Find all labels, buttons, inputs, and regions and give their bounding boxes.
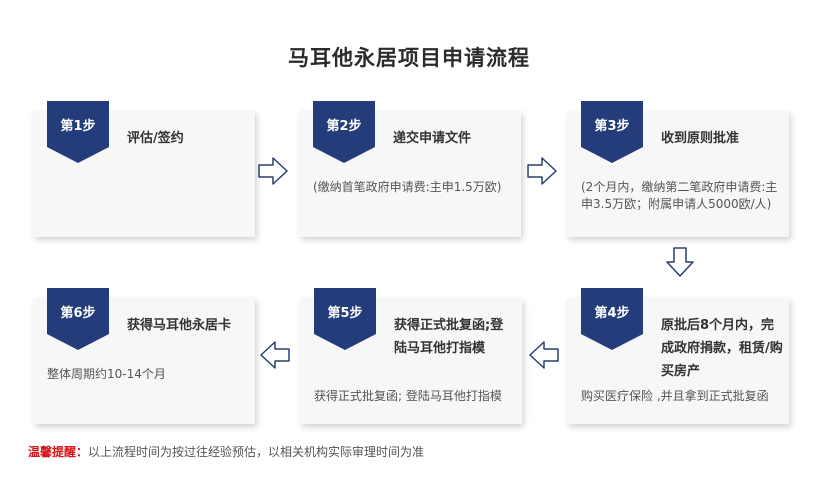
- step-badge-3: 第3步: [581, 101, 643, 173]
- arrow-down-icon: [666, 247, 694, 277]
- reminder-note: 温馨提醒：以上流程时间为按过往经验预估，以相关机构实际审理时间为准: [28, 443, 424, 460]
- badge-ribbon-icon: [313, 101, 375, 163]
- step-badge-label: 第6步: [60, 306, 96, 321]
- step-description: (2个月内，缴纳第二笔政府申请费:主申3.5万欧；附属申请人5000欧/人): [581, 180, 778, 211]
- step-card-6: 第6步 获得马耳他永居卡 整体周期约10-14个月: [33, 288, 255, 424]
- step-heading: 递交申请文件: [393, 131, 472, 146]
- reminder-label: 温馨提醒：: [28, 445, 89, 459]
- step-badge-1: 第1步: [47, 101, 109, 173]
- badge-ribbon-icon: [47, 101, 109, 163]
- reminder-text: 以上流程时间为按过往经验预估，以相关机构实际审理时间为准: [88, 445, 425, 459]
- step-heading: 获得马耳他永居卡: [127, 318, 232, 333]
- step-description: 整体周期约10-14个月: [47, 367, 166, 381]
- badge-ribbon-icon: [47, 288, 109, 350]
- arrow-right-icon: [527, 157, 557, 185]
- badge-ribbon-icon: [581, 288, 643, 350]
- step-card-1: 第1步 评估/签约: [33, 101, 255, 237]
- step-description: 购买医疗保险 ,并且拿到正式批复函: [581, 389, 769, 403]
- step-badge-label: 第1步: [60, 119, 96, 134]
- arrow-left-icon: [529, 341, 559, 369]
- step-badge-5: 第5步: [314, 288, 376, 360]
- step-badge-label: 第4步: [594, 306, 630, 321]
- step-badge-4: 第4步: [581, 288, 643, 360]
- step-heading: 原批后8个月内，完成政府捐款，租赁/购买房产: [661, 318, 783, 379]
- step-card-3: 第3步 收到原则批准 (2个月内，缴纳第二笔政府申请费:主申3.5万欧；附属申请…: [567, 101, 789, 237]
- arrow-left-icon: [260, 341, 290, 369]
- step-card-5: 第5步 获得正式批复函;登陆马耳他打指模 获得正式批复函; 登陆马耳他打指模: [300, 288, 522, 424]
- badge-ribbon-icon: [314, 288, 376, 350]
- arrow-right-icon: [258, 157, 288, 185]
- step-badge-2: 第2步: [313, 101, 375, 173]
- badge-ribbon-icon: [581, 101, 643, 163]
- step-heading: 获得正式批复函;登陆马耳他打指模: [394, 318, 504, 356]
- step-heading: 收到原则批准: [661, 131, 740, 146]
- step-card-4: 第4步 原批后8个月内，完成政府捐款，租赁/购买房产 购买医疗保险 ,并且拿到正…: [567, 288, 789, 424]
- step-badge-label: 第3步: [594, 119, 630, 134]
- step-badge-6: 第6步: [47, 288, 109, 360]
- step-heading: 评估/签约: [127, 131, 184, 146]
- step-badge-label: 第5步: [327, 306, 363, 321]
- step-description: 获得正式批复函; 登陆马耳他打指模: [314, 389, 502, 403]
- step-badge-label: 第2步: [326, 119, 362, 134]
- step-card-2: 第2步 递交申请文件 (缴纳首笔政府申请费:主申1.5万欧): [299, 101, 521, 237]
- step-description: (缴纳首笔政府申请费:主申1.5万欧): [313, 180, 502, 194]
- page-title: 马耳他永居项目申请流程: [288, 46, 530, 70]
